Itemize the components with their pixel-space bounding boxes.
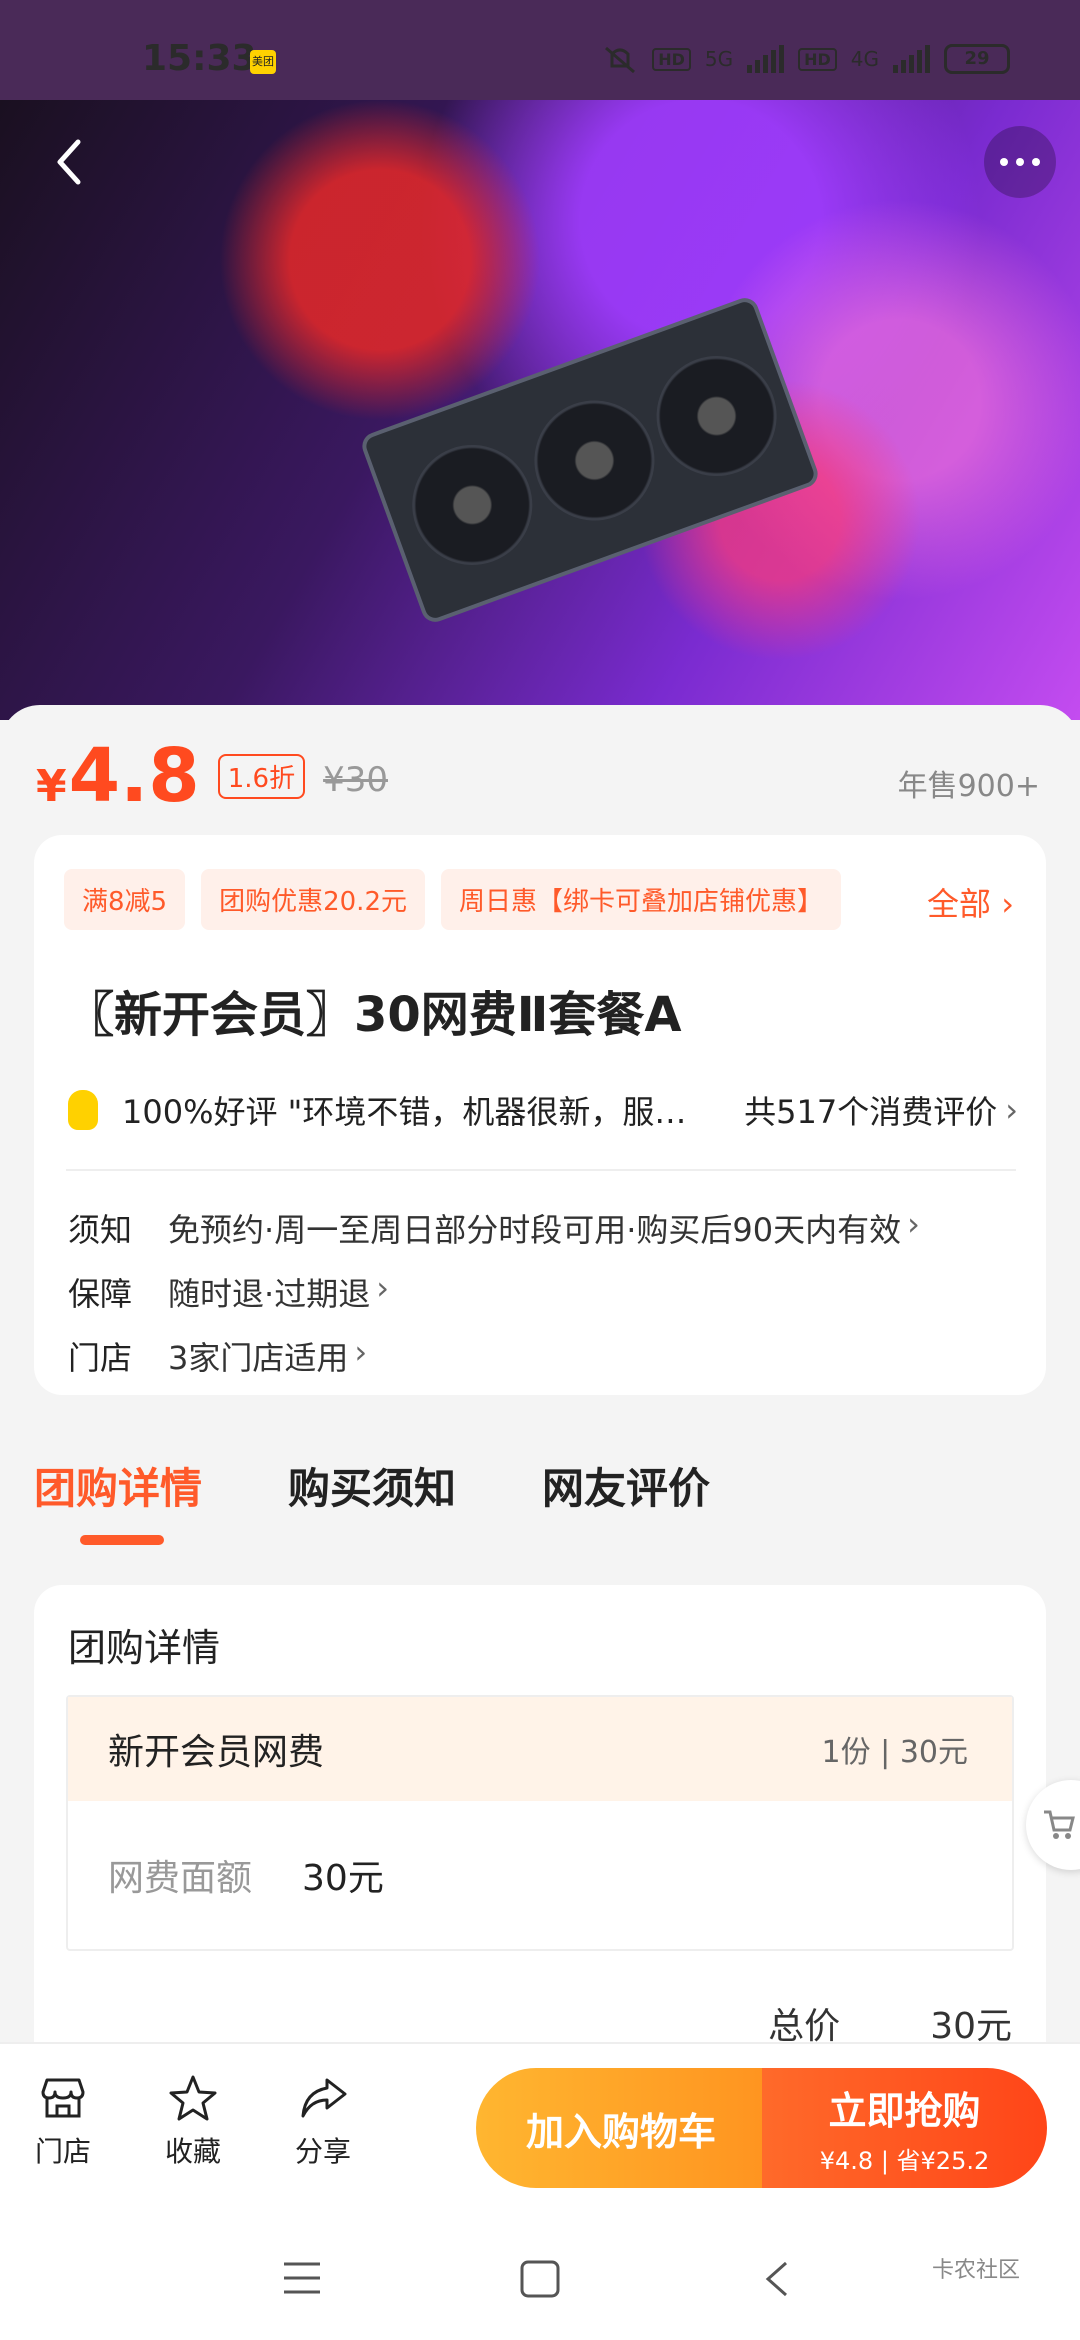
menu-icon[interactable] — [282, 2260, 322, 2296]
row-value: 30元 — [302, 1858, 384, 1899]
product-title: 〖新开会员〗30网费Ⅱ套餐A — [66, 987, 682, 1043]
info-key: 须知 — [68, 1211, 133, 1249]
store-label: 门店 — [34, 2135, 91, 2168]
buy-now-label: 立即抢购 — [828, 2089, 981, 2133]
row-label: 网费面额 — [108, 1858, 253, 1899]
package-table: 新开会员网费 1份 | 30元 网费面额 30元 — [66, 1695, 1014, 1951]
cart-icon — [1044, 1810, 1075, 1839]
network-5g-label: 5G — [704, 47, 734, 71]
status-bar: 15:33 美团 HD 5G HD 4G 29 — [0, 0, 1080, 100]
promo-tags: 满8减5 团购优惠20.2元 周日惠【绑卡可叠加店铺优惠】 — [64, 869, 842, 930]
original-price: ¥30 — [323, 760, 388, 800]
all-promos-link[interactable]: 全部 › — [927, 879, 1014, 925]
bottom-action-bar: 门店 收藏 分享 加入购物车 立即抢购 ¥4.8 | 省¥25.2 — [0, 2042, 1080, 2212]
info-value: 随时退·过期退 — [168, 1275, 371, 1313]
promo-tag[interactable]: 周日惠【绑卡可叠加店铺优惠】 — [441, 869, 842, 930]
review-count: 共517个消费评价 — [744, 1093, 998, 1131]
meituan-notification-icon: 美团 — [250, 50, 276, 74]
battery-icon: 29 — [944, 44, 1010, 74]
info-row-notice[interactable]: 须知 免预约·周一至周日部分时段可用·购买后90天内有效 › — [68, 1205, 920, 1251]
package-row: 网费面额 30元 — [68, 1801, 1012, 1949]
network-4g-label: 4G — [850, 47, 879, 71]
chevron-right-icon: › — [1001, 885, 1014, 923]
back-nav-icon[interactable] — [762, 2260, 792, 2298]
chevron-right-icon: › — [907, 1205, 920, 1243]
divider — [66, 1169, 1016, 1171]
currency-symbol: ¥ — [36, 761, 67, 812]
favorite-label: 收藏 — [164, 2135, 221, 2168]
group-details-card: 团购详情 新开会员网费 1份 | 30元 网费面额 30元 总价 30元 — [34, 1585, 1046, 2047]
tab-purchase-notice[interactable]: 购买须知 — [288, 1455, 456, 1516]
chevron-left-icon — [57, 139, 81, 185]
current-price: 4.8 — [68, 733, 200, 819]
discount-badge: 1.6折 — [217, 754, 306, 799]
info-value: 免预约·周一至周日部分时段可用·购买后90天内有效 — [168, 1211, 902, 1249]
review-quote: 100%好评 "环境不错，机器很新，服… — [122, 1093, 687, 1131]
active-tab-indicator — [80, 1535, 164, 1545]
product-sheet: ¥ 4.8 1.6折 ¥30 年售900+ 满8减5 团购优惠20.2元 周日惠… — [0, 705, 1080, 2047]
package-header: 新开会员网费 1份 | 30元 — [68, 1697, 1012, 1801]
fan-shape — [517, 383, 672, 538]
all-promos-label: 全部 — [927, 885, 992, 923]
price-row: ¥ 4.8 1.6折 ¥30 — [36, 733, 388, 819]
section-heading: 团购详情 — [68, 1626, 221, 1670]
info-row-stores[interactable]: 门店 3家门店适用 › — [68, 1333, 367, 1379]
tab-group-details[interactable]: 团购详情 — [34, 1455, 202, 1516]
fan-shape — [395, 428, 550, 582]
package-name: 新开会员网费 — [108, 1732, 325, 1773]
fan-shape — [639, 339, 794, 493]
review-summary[interactable]: 100%好评 "环境不错，机器很新，服… 共517个消费评价 › — [68, 1087, 1018, 1133]
chevron-right-icon: › — [376, 1269, 389, 1307]
more-options-button[interactable] — [984, 126, 1056, 198]
mascot-icon — [68, 1090, 98, 1130]
signal-icon — [747, 45, 785, 73]
tab-reviews[interactable]: 网友评价 — [542, 1455, 710, 1516]
system-nav-bar: 卡农社区 — [0, 2212, 1080, 2340]
watermark-text: 卡农社区 — [931, 2258, 1020, 2283]
info-key: 门店 — [68, 1339, 133, 1377]
buy-now-subtext: ¥4.8 | 省¥25.2 — [819, 2147, 990, 2175]
dot — [1032, 158, 1040, 166]
dot — [1000, 158, 1008, 166]
promo-tag[interactable]: 团购优惠20.2元 — [201, 869, 425, 930]
status-icons: HD 5G HD 4G 29 — [602, 44, 1010, 74]
star-icon — [169, 2075, 217, 2121]
chevron-right-icon: › — [354, 1333, 368, 1371]
share-icon — [301, 2078, 347, 2118]
chevron-right-icon: › — [1005, 1091, 1018, 1129]
dot — [1016, 158, 1024, 166]
home-icon[interactable] — [520, 2260, 560, 2298]
info-key: 保障 — [68, 1275, 133, 1313]
share-label: 分享 — [294, 2135, 351, 2168]
hd-badge: HD — [652, 47, 691, 71]
hd-badge-2: HD — [798, 47, 837, 71]
product-hero-image[interactable] — [0, 100, 1080, 720]
promo-tag[interactable]: 满8减5 — [64, 869, 186, 930]
info-row-guarantee[interactable]: 保障 随时退·过期退 › — [68, 1269, 389, 1315]
signal-icon-2 — [893, 45, 930, 73]
favorite-button[interactable]: 收藏 — [148, 2074, 238, 2170]
back-button[interactable] — [40, 132, 100, 192]
graphics-card-illustration — [358, 294, 822, 626]
share-button[interactable]: 分享 — [278, 2074, 368, 2170]
detail-tabs: 团购详情 购买须知 网友评价 — [34, 1455, 710, 1516]
info-value: 3家门店适用 — [168, 1339, 349, 1377]
product-info-card: 满8减5 团购优惠20.2元 周日惠【绑卡可叠加店铺优惠】 全部 › 〖新开会员… — [34, 835, 1046, 1395]
store-icon — [41, 2078, 85, 2118]
annual-sales: 年售900+ — [897, 769, 1040, 804]
buy-now-button[interactable]: 立即抢购 ¥4.8 | 省¥25.2 — [762, 2068, 1047, 2188]
status-time: 15:33 — [142, 38, 257, 79]
mute-icon — [605, 46, 636, 74]
add-to-cart-button[interactable]: 加入购物车 — [476, 2068, 766, 2188]
package-quantity: 1份 | 30元 — [821, 1735, 968, 1770]
store-button[interactable]: 门店 — [18, 2074, 108, 2170]
